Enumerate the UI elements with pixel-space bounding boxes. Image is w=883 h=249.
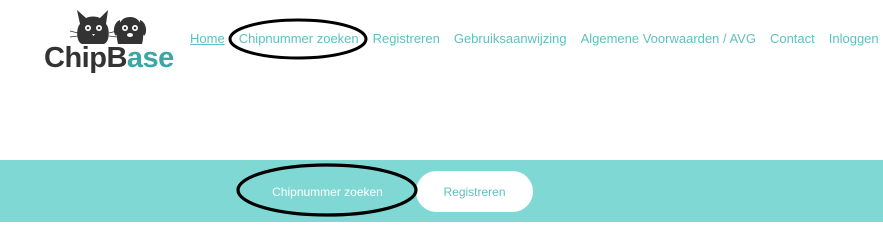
cat-dog-icon	[69, 10, 147, 44]
nav-item-registreren[interactable]: Registreren	[373, 31, 440, 46]
logo-text-b: B	[106, 42, 127, 74]
chipbase-logo[interactable]: ChipBase	[44, 6, 174, 73]
nav-item-chipnummer-zoeken[interactable]: Chipnummer zoeken	[239, 31, 359, 46]
search-chip-button[interactable]: Chipnummer zoeken	[245, 171, 410, 212]
nav-item-gebruiksaanwijzing[interactable]: Gebruiksaanwijzing	[454, 31, 567, 46]
page: ChipBase Home Chipnummer zoeken Registre…	[0, 0, 883, 249]
logo-text-chip: Chip	[44, 42, 107, 74]
logo-text-ase: ase	[126, 42, 174, 74]
nav-item-inloggen[interactable]: Inloggen	[829, 31, 879, 46]
logo-wordmark: ChipBase	[44, 44, 174, 73]
main-nav: Home Chipnummer zoeken Registreren Gebru…	[190, 31, 879, 46]
register-button[interactable]: Registreren	[416, 171, 533, 212]
nav-item-home[interactable]: Home	[190, 31, 225, 46]
action-band: Chipnummer zoeken Registreren	[0, 160, 883, 222]
nav-item-contact[interactable]: Contact	[770, 31, 815, 46]
nav-item-voorwaarden[interactable]: Algemene Voorwaarden / AVG	[581, 31, 756, 46]
